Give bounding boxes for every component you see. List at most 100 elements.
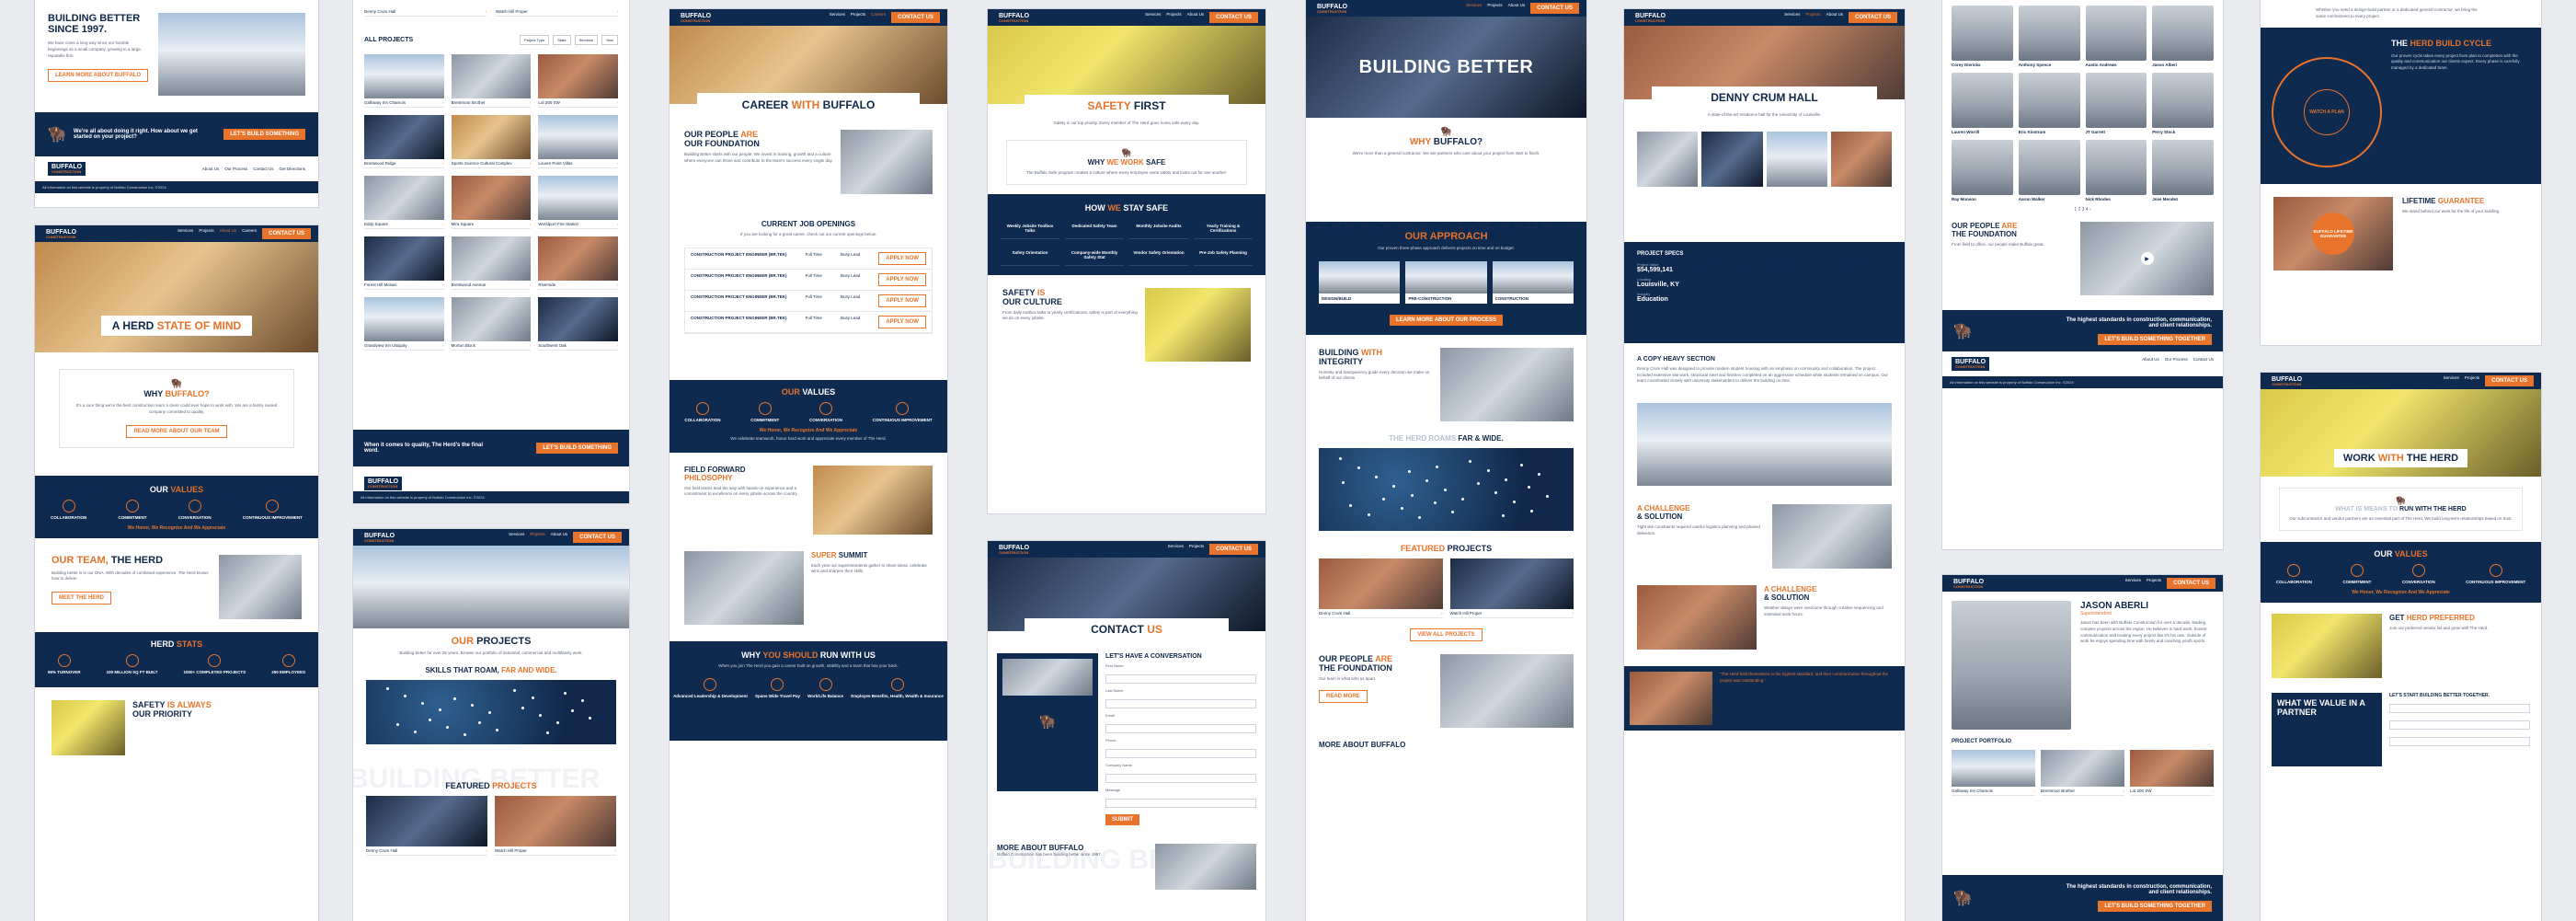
tagline-button[interactable]: LET'S BUILD SOMETHING TOGETHER (2098, 333, 2212, 345)
project-card[interactable]: Riverside › (538, 236, 618, 290)
form-input[interactable] (1105, 773, 1256, 783)
map-marker[interactable] (538, 713, 542, 717)
nav-projects[interactable]: Projects (1805, 12, 1820, 23)
map-marker[interactable] (1512, 501, 1516, 504)
apply-button[interactable]: APPLY NOW (878, 251, 926, 265)
map-marker[interactable] (1374, 476, 1378, 479)
nav-services[interactable]: Services (2444, 375, 2459, 386)
project-card[interactable]: Worldport Fire Station › (538, 176, 618, 229)
nav-projects[interactable]: Projects (199, 228, 213, 239)
map-marker[interactable] (1367, 512, 1370, 516)
partner-email-field[interactable] (2389, 720, 2530, 731)
approach-item[interactable]: DESIGN/BUILD (1319, 293, 1401, 304)
apply-button[interactable]: APPLY NOW (878, 272, 926, 286)
footer-link-about[interactable]: About Us (202, 167, 220, 171)
nav-projects[interactable]: Projects (1189, 544, 1204, 555)
gallery-photo[interactable] (1766, 131, 1827, 187)
team-member-card[interactable]: Eric Kinstrum (2018, 73, 2080, 134)
map-marker[interactable] (589, 716, 592, 720)
map-marker[interactable] (488, 711, 492, 715)
nav-projects[interactable]: Projects (851, 12, 865, 23)
project-card[interactable]: Lot 200 SW › (538, 54, 618, 108)
team-member-card[interactable]: Lauren Worrill (1952, 73, 2013, 134)
team-member-card[interactable]: Aaron Walker (2018, 140, 2080, 201)
filter-state[interactable]: State (553, 35, 571, 45)
map-marker[interactable] (464, 732, 467, 736)
nav-services[interactable]: Services (509, 532, 524, 543)
footer-link-contact[interactable]: Contact Us (2193, 357, 2214, 371)
nav-projects[interactable]: Projects (530, 532, 544, 543)
team-member-card[interactable]: Jason Alberi (2152, 6, 2214, 67)
since-button[interactable]: LEARN MORE ABOUT BUFFALO (48, 69, 149, 83)
team-member-card[interactable]: Ray Monson (1952, 140, 2013, 201)
project-card[interactable]: Brentmoor Brother › (451, 54, 532, 108)
map-marker[interactable] (1529, 510, 1533, 512)
nav-logo[interactable]: BUFFALO CONSTRUCTION (1631, 10, 1670, 25)
footer-link-directions[interactable]: Get Directions (279, 167, 305, 171)
nav-about[interactable]: About Us (220, 228, 237, 239)
nav-contact-button[interactable]: CONTACT US (1849, 12, 1897, 23)
map-marker[interactable] (555, 720, 559, 724)
team-member-card[interactable]: Austin Andrews (2085, 6, 2147, 67)
team-member-card[interactable]: Corey Dierickx (1952, 6, 2013, 67)
apply-button[interactable]: APPLY NOW (878, 315, 926, 328)
map-marker[interactable] (545, 731, 549, 734)
map-marker[interactable] (521, 707, 524, 710)
project-card[interactable]: Brentwood Ridge › (364, 115, 444, 168)
nav-logo[interactable]: BUFFALO CONSTRUCTION (995, 542, 1034, 557)
form-input[interactable] (1105, 673, 1256, 684)
map-marker[interactable] (438, 708, 441, 712)
gallery-photo[interactable] (1830, 131, 1892, 187)
map-marker[interactable] (453, 697, 457, 700)
map-marker[interactable] (1400, 507, 1403, 511)
map-marker[interactable] (1407, 469, 1411, 473)
nav-logo[interactable]: BUFFALO CONSTRUCTION (361, 530, 399, 545)
map-marker[interactable] (413, 731, 417, 734)
video-thumbnail[interactable]: ▶ (2080, 222, 2214, 295)
nav-logo[interactable]: BUFFALO CONSTRUCTION (1313, 1, 1352, 16)
cta-banner-button[interactable]: LET'S BUILD SOMETHING (223, 129, 305, 140)
map-marker[interactable] (1476, 482, 1480, 486)
map-marker[interactable] (1339, 457, 1343, 461)
view-all-button[interactable]: VIEW ALL PROJECTS (1410, 627, 1483, 641)
tagline-button[interactable]: LET'S BUILD SOMETHING TOGETHER (2098, 901, 2212, 912)
nav-about[interactable]: About Us (1508, 3, 1526, 14)
play-icon[interactable]: ▶ (2140, 252, 2154, 265)
nav-about[interactable]: About Us (1187, 12, 1205, 23)
project-card[interactable]: Mira Square › (451, 176, 532, 229)
footer-link-process[interactable]: Our Process (2165, 357, 2188, 371)
approach-item[interactable]: CONSTRUCTION (1492, 293, 1574, 304)
project-card[interactable]: Eddy Square › (364, 176, 444, 229)
form-input[interactable] (1105, 798, 1256, 808)
map-marker[interactable] (1341, 481, 1345, 485)
team-button[interactable]: MEET THE HERD (52, 592, 112, 604)
project-map[interactable] (1319, 447, 1574, 531)
map-marker[interactable] (531, 696, 534, 699)
map-marker[interactable] (429, 719, 431, 722)
project-card[interactable]: Galloway Inn Chamois › (364, 54, 444, 108)
gallery-photo[interactable] (1637, 131, 1699, 187)
footer-link-about[interactable]: About Us (2142, 357, 2159, 371)
nav-contact-button[interactable]: CONTACT US (1209, 544, 1258, 555)
map-marker[interactable] (1392, 485, 1396, 488)
gallery-photo[interactable] (1701, 131, 1763, 187)
nav-contact-button[interactable]: CONTACT US (573, 532, 622, 543)
project-card[interactable]: Brentwood Avenue › (451, 236, 532, 290)
map-marker[interactable] (1502, 513, 1506, 517)
team-member-card[interactable]: Nick Rhodes (2085, 140, 2147, 201)
nav-logo[interactable]: BUFFALO CONSTRUCTION (995, 10, 1034, 25)
nav-services[interactable]: Services (1784, 12, 1800, 23)
nav-services[interactable]: Services (1168, 544, 1184, 555)
map-marker[interactable] (1436, 466, 1439, 469)
why-button[interactable]: READ MORE ABOUT OUR TEAM (126, 424, 227, 438)
nav-about[interactable]: About Us (551, 532, 568, 543)
nav-logo[interactable]: BUFFALO CONSTRUCTION (1950, 576, 1988, 591)
map-marker[interactable] (1494, 491, 1498, 495)
nav-careers[interactable]: Careers (242, 228, 257, 239)
map-marker[interactable] (471, 704, 475, 708)
map-marker[interactable] (1486, 468, 1490, 472)
nav-contact-button[interactable]: CONTACT US (2485, 375, 2534, 386)
map-marker[interactable] (1410, 493, 1414, 497)
nav-logo[interactable]: BUFFALO CONSTRUCTION (677, 10, 716, 25)
apply-button[interactable]: APPLY NOW (878, 294, 926, 307)
